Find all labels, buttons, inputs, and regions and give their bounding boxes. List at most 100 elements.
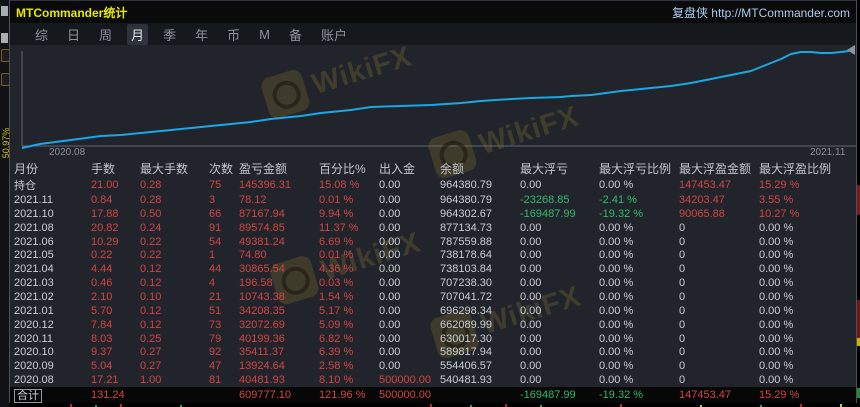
menu-item-日[interactable]: 日: [63, 24, 84, 45]
cell: 2.58 %: [319, 360, 379, 372]
menu-item-综[interactable]: 综: [31, 24, 52, 45]
column-header[interactable]: 最大浮亏: [520, 160, 599, 177]
cell: 0.00: [520, 346, 599, 358]
cell-text: 3.55 %: [759, 193, 794, 206]
column-header[interactable]: 手数: [91, 160, 140, 177]
cell: 0.00 %: [759, 236, 856, 248]
cell-text: 0: [679, 249, 686, 262]
cell: 0.00: [520, 360, 599, 372]
table-row-total[interactable]: 合计 131.24 609777.10 121.96 % 500000.00 -16948…: [10, 387, 856, 404]
table-row[interactable]: 2020.09 5.04 0.27 47 13924.64 2.58 % 0.00 55440…: [10, 359, 856, 373]
cell: 91: [209, 222, 239, 234]
cell: 0: [679, 291, 759, 303]
column-header[interactable]: 出入金: [379, 160, 440, 177]
cell-text: 0.00 %: [759, 249, 794, 262]
cell-text: 0.00 %: [759, 221, 794, 234]
menu-item-币[interactable]: 币: [223, 24, 244, 45]
cell: 609777.10: [239, 389, 319, 401]
cell: 0.25: [140, 333, 209, 345]
cell-text: 0.00: [520, 179, 542, 191]
cell-text: 0.00: [379, 193, 401, 206]
menu-item-备[interactable]: 备: [285, 24, 306, 45]
cell: 2020.09: [10, 360, 91, 372]
cell: 1: [209, 249, 239, 261]
column-header[interactable]: 最大手数: [140, 160, 209, 177]
cell: 0.10: [140, 291, 209, 303]
menu-item-月[interactable]: 月: [127, 23, 149, 45]
menu-item-季[interactable]: 季: [159, 24, 180, 45]
cell-text: 0.00: [520, 249, 542, 262]
cell: 540481.93: [440, 374, 520, 386]
table-row[interactable]: 2020.08 17.21 1.00 81 40481.93 8.10 % 500000.0…: [10, 373, 856, 387]
cell-text: 0.00: [379, 263, 401, 276]
cell: 0: [679, 346, 759, 358]
cell-text: 0.00 %: [599, 332, 634, 345]
cell: 0.00 %: [759, 374, 856, 386]
column-header[interactable]: 月份: [10, 160, 91, 177]
menu-item-周[interactable]: 周: [95, 24, 116, 45]
cell: 0.00: [520, 263, 599, 275]
cell-text: 79: [209, 332, 222, 345]
table-row[interactable]: 2021.10 17.88 0.50 66 87167.94 9.94 % 0.00 9643…: [10, 207, 856, 221]
cell: 5.17 %: [319, 305, 379, 317]
cell: 0.00: [379, 263, 440, 275]
table-row[interactable]: 2021.03 0.46 0.12 4 196.58 0.03 % 0.00 707238.3…: [10, 276, 856, 290]
cell: 2021.08: [10, 222, 91, 234]
table-row[interactable]: 2021.05 0.22 0.22 1 74.80 0.01 % 0.00 738178.64…: [10, 248, 856, 262]
table-row[interactable]: 2020.12 7.84 0.12 73 32072.69 5.09 % 0.00 66208…: [10, 318, 856, 332]
cell: 0.00: [379, 360, 440, 372]
cell-text: 0.22: [91, 249, 113, 262]
cell: 0.00: [520, 319, 599, 331]
cell-text: 0.27: [140, 346, 162, 359]
column-header[interactable]: 最大浮盈比例: [759, 160, 856, 177]
table-row[interactable]: 持仓 21.00 0.28 75 145396.31 15.08 % 0.00 964380.…: [10, 177, 856, 193]
cell: 2021.06: [10, 236, 91, 248]
column-header[interactable]: 百分比%: [319, 160, 379, 177]
cell-text: 9.94 %: [319, 207, 354, 220]
table-row[interactable]: 2021.02 2.10 0.10 21 10743.38 1.54 % 0.00 70704…: [10, 290, 856, 304]
cell: 0.00 %: [599, 346, 679, 358]
cell: 0: [679, 374, 759, 386]
cell: 0.00 %: [599, 319, 679, 331]
cell-text: 964380.79: [440, 193, 492, 206]
cell: 500000.00: [379, 389, 440, 401]
column-header[interactable]: 盈亏金额: [239, 160, 319, 177]
cell-text: 4: [209, 277, 216, 290]
column-header[interactable]: 最大浮盈金额: [679, 160, 759, 177]
column-header[interactable]: 最大浮亏比例: [599, 160, 679, 177]
cell-text: 0: [679, 332, 686, 345]
cell: 30865.54: [239, 263, 319, 275]
table-row[interactable]: 2020.10 9.37 0.27 92 35411.37 6.39 % 0.00 58981…: [10, 345, 856, 359]
cell-text: 2020.12: [14, 318, 54, 331]
table-row[interactable]: 2021.04 4.44 0.12 44 30865.54 4.36 % 0.00 73810…: [10, 262, 856, 276]
cell-text: 7.84: [91, 318, 113, 331]
cell: 0.00: [379, 319, 440, 331]
cell-text: 0.00: [520, 277, 542, 290]
chart-scroll-arrow-icon[interactable]: [847, 45, 855, 55]
table-row[interactable]: 2020.11 8.03 0.25 79 40199.36 6.82 % 0.00 63001…: [10, 332, 856, 346]
cell-text: 0.00 %: [759, 346, 794, 359]
column-header[interactable]: 次数: [209, 160, 239, 177]
column-header[interactable]: 余额: [440, 160, 520, 177]
cell-text: 5.09 %: [319, 318, 354, 331]
cell-text: 0: [679, 263, 686, 276]
menu-item-年[interactable]: 年: [191, 24, 212, 45]
table-row[interactable]: 2021.08 20.82 0.24 91 89574.85 11.37 % 0.00 877…: [10, 221, 856, 235]
cell: 7.84: [91, 319, 140, 331]
table-row[interactable]: 2021.01 5.70 0.12 51 34208.35 5.17 % 0.00 69629…: [10, 304, 856, 318]
menu-item-账户[interactable]: 账户: [317, 24, 351, 45]
cell: 0.27: [140, 346, 209, 358]
cell-text: 0.00: [520, 263, 542, 276]
table-row[interactable]: 2021.06 10.29 0.22 54 49381.24 6.69 % 0.00 7875…: [10, 235, 856, 249]
menu-item-M[interactable]: M: [255, 26, 274, 43]
window-title: MTCommander统计: [16, 5, 128, 20]
cell-text: 0.00: [520, 360, 542, 373]
cell-text: 0.00: [379, 346, 401, 359]
cell: 20.82: [91, 222, 140, 234]
cell-text: 2021.06: [14, 235, 54, 248]
cell: 0.22: [91, 249, 140, 261]
equity-chart[interactable]: 2020.08 2021.11: [10, 45, 856, 159]
cell-text: 34208.35: [239, 304, 285, 317]
cell-text: 92: [209, 346, 222, 359]
table-row[interactable]: 2021.11 0.84 0.28 3 78.12 0.01 % 0.00 964380.79…: [10, 193, 856, 207]
